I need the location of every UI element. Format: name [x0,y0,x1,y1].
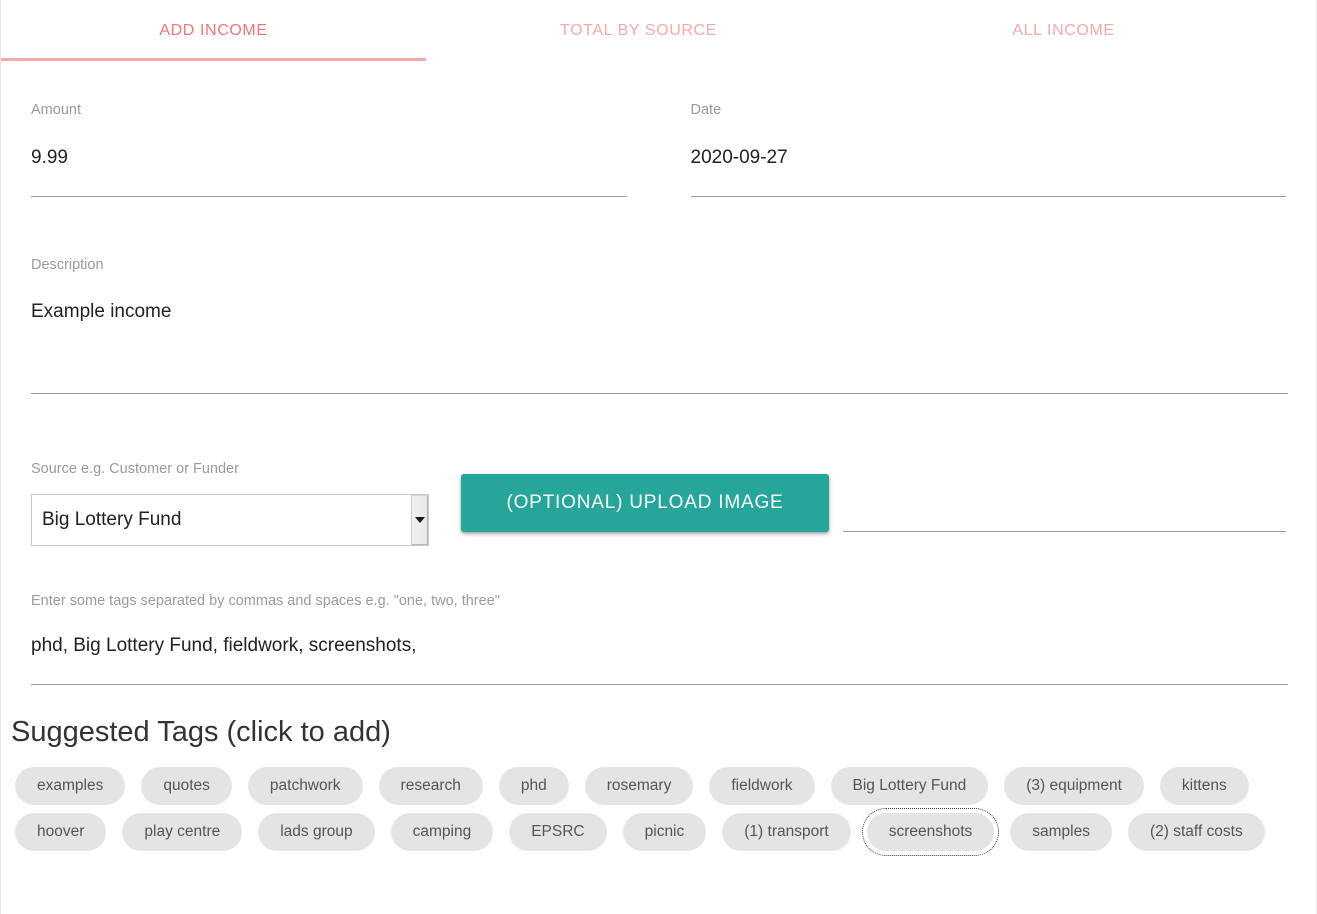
tag-chip[interactable]: research [378,767,483,805]
tag-chip[interactable]: rosemary [584,767,694,805]
amount-field-group: Amount 9.99 [31,103,627,197]
date-field-group: Date 2020-09-27 [690,102,1286,197]
suggested-tags-row-2: hoover play centre lads group camping EP… [15,808,1302,856]
amount-label: Amount [31,102,81,118]
tag-chip[interactable]: quotes [141,767,232,805]
tag-chip[interactable]: phd [498,767,569,805]
file-name-input[interactable] [843,474,1286,532]
tag-chip[interactable]: patchwork [247,767,363,805]
suggested-tags-row-1: examples quotes patchwork research phd r… [15,767,1302,805]
source-upload-row: Source e.g. Customer or Funder Big Lotte… [31,462,1286,546]
active-tab-underline [1,58,426,61]
income-form: Amount 9.99 Date 2020-09-27 Description … [1,103,1316,685]
tag-chip[interactable]: hoover [15,813,107,851]
tag-chip[interactable]: examples [15,767,126,805]
tag-chip[interactable]: EPSRC [509,813,607,851]
tags-input[interactable]: phd, Big Lottery Fund, fieldwork, screen… [31,636,1288,685]
tab-bar: ADD INCOME TOTAL BY SOURCE ALL INCOME [1,0,1316,64]
tag-chip[interactable]: lads group [258,813,375,851]
suggested-tags-heading: Suggested Tags (click to add) [11,716,391,748]
source-field-group: Source e.g. Customer or Funder Big Lotte… [31,462,429,546]
upload-image-button[interactable]: (OPTIONAL) UPLOAD IMAGE [461,474,829,532]
tag-chip[interactable]: (1) transport [722,813,851,851]
tag-chip-focused[interactable]: screenshots [861,808,1000,856]
tab-add-income[interactable]: ADD INCOME [1,0,426,62]
tag-chip[interactable]: fieldwork [709,767,815,805]
app-frame: ADD INCOME TOTAL BY SOURCE ALL INCOME Am… [0,0,1317,914]
description-field-group: Description Example income [31,256,1288,394]
tab-add-income-label: ADD INCOME [159,22,268,39]
date-input[interactable]: 2020-09-27 [690,148,1286,197]
tag-chip[interactable]: (2) staff costs [1127,813,1265,851]
tags-field-group: Enter some tags separated by commas and … [31,592,1288,685]
tab-all-income[interactable]: ALL INCOME [851,0,1276,62]
suggested-tags-list: examples quotes patchwork research phd r… [1,767,1316,856]
tags-label: Enter some tags separated by commas and … [31,592,500,609]
amount-date-row: Amount 9.99 Date 2020-09-27 [31,103,1286,197]
tag-chip[interactable]: samples [1010,813,1112,851]
tag-chip[interactable]: picnic [622,813,707,851]
tag-chip[interactable]: camping [390,813,494,851]
tag-chip[interactable]: (3) equipment [1004,767,1144,805]
date-label: Date [690,102,722,118]
description-textarea[interactable]: Example income [31,302,1288,394]
source-select-wrapper: Big Lottery Fund [31,477,429,546]
description-label: Description [31,256,104,273]
tab-all-income-label: ALL INCOME [1012,22,1115,39]
tab-total-by-source-label: TOTAL BY SOURCE [560,22,717,39]
tag-chip[interactable]: play centre [122,813,243,851]
amount-input[interactable]: 9.99 [31,148,627,197]
source-select[interactable]: Big Lottery Fund [31,493,429,546]
tab-total-by-source[interactable]: TOTAL BY SOURCE [426,0,851,62]
tag-chip[interactable]: kittens [1159,767,1249,805]
tag-chip[interactable]: Big Lottery Fund [830,767,989,805]
source-label: Source e.g. Customer or Funder [31,461,239,477]
